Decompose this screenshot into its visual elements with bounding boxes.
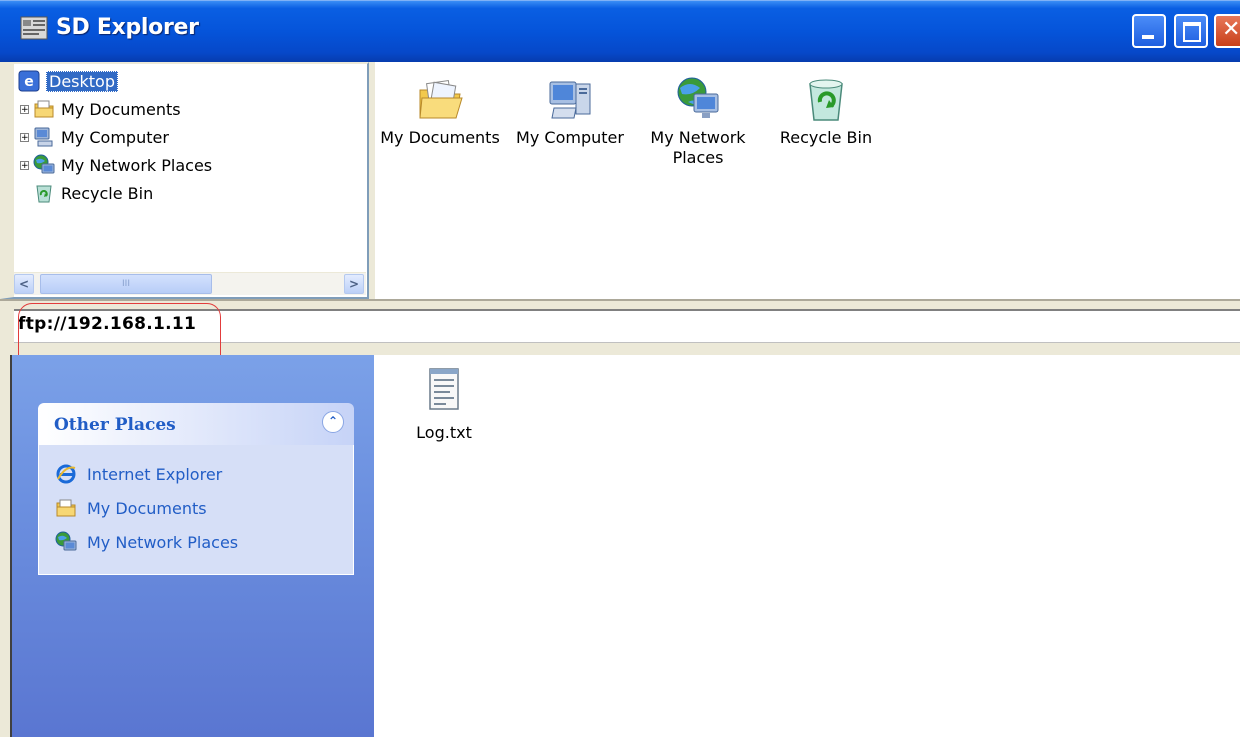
tree-item-label: My Computer xyxy=(61,127,169,147)
my-computer-icon xyxy=(549,81,591,119)
desktop-icons-pane: My Documents My Computer My Network Plac… xyxy=(375,62,1240,299)
expand-toggle[interactable]: + xyxy=(20,160,29,170)
scroll-left-button[interactable]: < xyxy=(14,274,34,294)
scrollbar-thumb[interactable]: III xyxy=(40,274,212,294)
internet-explorer-icon xyxy=(56,464,76,484)
tree-item-my-network-places[interactable]: + My Network Places xyxy=(20,152,212,178)
recycle-bin-icon xyxy=(809,79,843,121)
tree-item-desktop[interactable]: e Desktop xyxy=(18,68,118,94)
desktop-icon-my-network-places[interactable]: My Network Places xyxy=(633,76,763,168)
tree-horizontal-scrollbar[interactable]: < III > xyxy=(14,272,366,295)
collapse-chevron-icon[interactable]: ⌃ xyxy=(322,411,344,433)
file-list-pane: Log.txt xyxy=(374,355,1240,737)
expand-toggle[interactable]: + xyxy=(20,132,29,142)
other-places-title: Other Places xyxy=(54,415,176,435)
desktop-icon: e xyxy=(18,70,40,92)
desktop-icon-label: Recycle Bin xyxy=(779,128,873,147)
svg-text:e: e xyxy=(24,74,34,90)
tree-item-label: My Network Places xyxy=(61,155,213,175)
tree-item-label: Recycle Bin xyxy=(61,183,154,203)
tree-item-my-computer[interactable]: + My Computer xyxy=(20,124,169,150)
recycle-bin-icon xyxy=(36,185,52,203)
file-item-log-txt[interactable]: Log.txt xyxy=(404,365,484,442)
other-places-links: Internet Explorer My Documents My Networ… xyxy=(38,445,354,575)
network-places-icon xyxy=(677,77,719,118)
tree-item-label: Desktop xyxy=(46,70,118,92)
close-button[interactable] xyxy=(1214,14,1240,48)
title-bar[interactable]: SD Explorer xyxy=(0,0,1240,62)
tree-item-my-documents[interactable]: + My Documents xyxy=(20,96,181,122)
desktop-icon-label: My Documents xyxy=(380,128,500,147)
my-computer-icon xyxy=(34,127,53,147)
desktop-icon-label: My Network Places xyxy=(650,128,746,167)
place-link-label: My Documents xyxy=(87,498,207,518)
place-link-my-documents[interactable]: My Documents xyxy=(55,495,207,521)
file-name: Log.txt xyxy=(416,423,472,442)
my-documents-icon xyxy=(419,80,463,119)
tree-item-recycle-bin[interactable]: Recycle Bin xyxy=(33,180,153,206)
tree-item-label: My Documents xyxy=(61,99,181,119)
place-link-my-network-places[interactable]: My Network Places xyxy=(55,529,238,555)
minimize-button[interactable] xyxy=(1132,14,1166,48)
task-pane: Other Places ⌃ Internet Explorer My Docu… xyxy=(12,355,374,737)
place-link-label: My Network Places xyxy=(87,532,239,552)
folder-tree: e Desktop + My Documents + My Computer + xyxy=(18,68,367,267)
place-link-label: Internet Explorer xyxy=(87,464,223,484)
other-places-header[interactable]: Other Places ⌃ xyxy=(38,403,354,445)
expand-toggle[interactable]: + xyxy=(20,104,29,114)
window-title: SD Explorer xyxy=(56,15,199,40)
scroll-right-button[interactable]: > xyxy=(344,274,364,294)
sd-explorer-app-icon xyxy=(20,16,48,40)
desktop-icon-recycle-bin[interactable]: Recycle Bin xyxy=(761,76,891,148)
folder-tree-pane[interactable]: e Desktop + My Documents + My Computer + xyxy=(0,62,369,299)
my-documents-icon xyxy=(56,499,76,517)
text-file-icon xyxy=(429,368,459,410)
desktop-icon-my-computer[interactable]: My Computer xyxy=(505,76,635,148)
maximize-button[interactable] xyxy=(1174,14,1208,48)
my-documents-icon xyxy=(34,100,54,118)
place-link-internet-explorer[interactable]: Internet Explorer xyxy=(55,461,222,487)
desktop-icon-my-documents[interactable]: My Documents xyxy=(375,76,505,148)
network-places-icon xyxy=(55,531,77,551)
desktop-icon-label: My Computer xyxy=(516,128,624,147)
network-places-icon xyxy=(33,154,55,174)
other-places-panel: Other Places ⌃ Internet Explorer My Docu… xyxy=(38,403,354,575)
